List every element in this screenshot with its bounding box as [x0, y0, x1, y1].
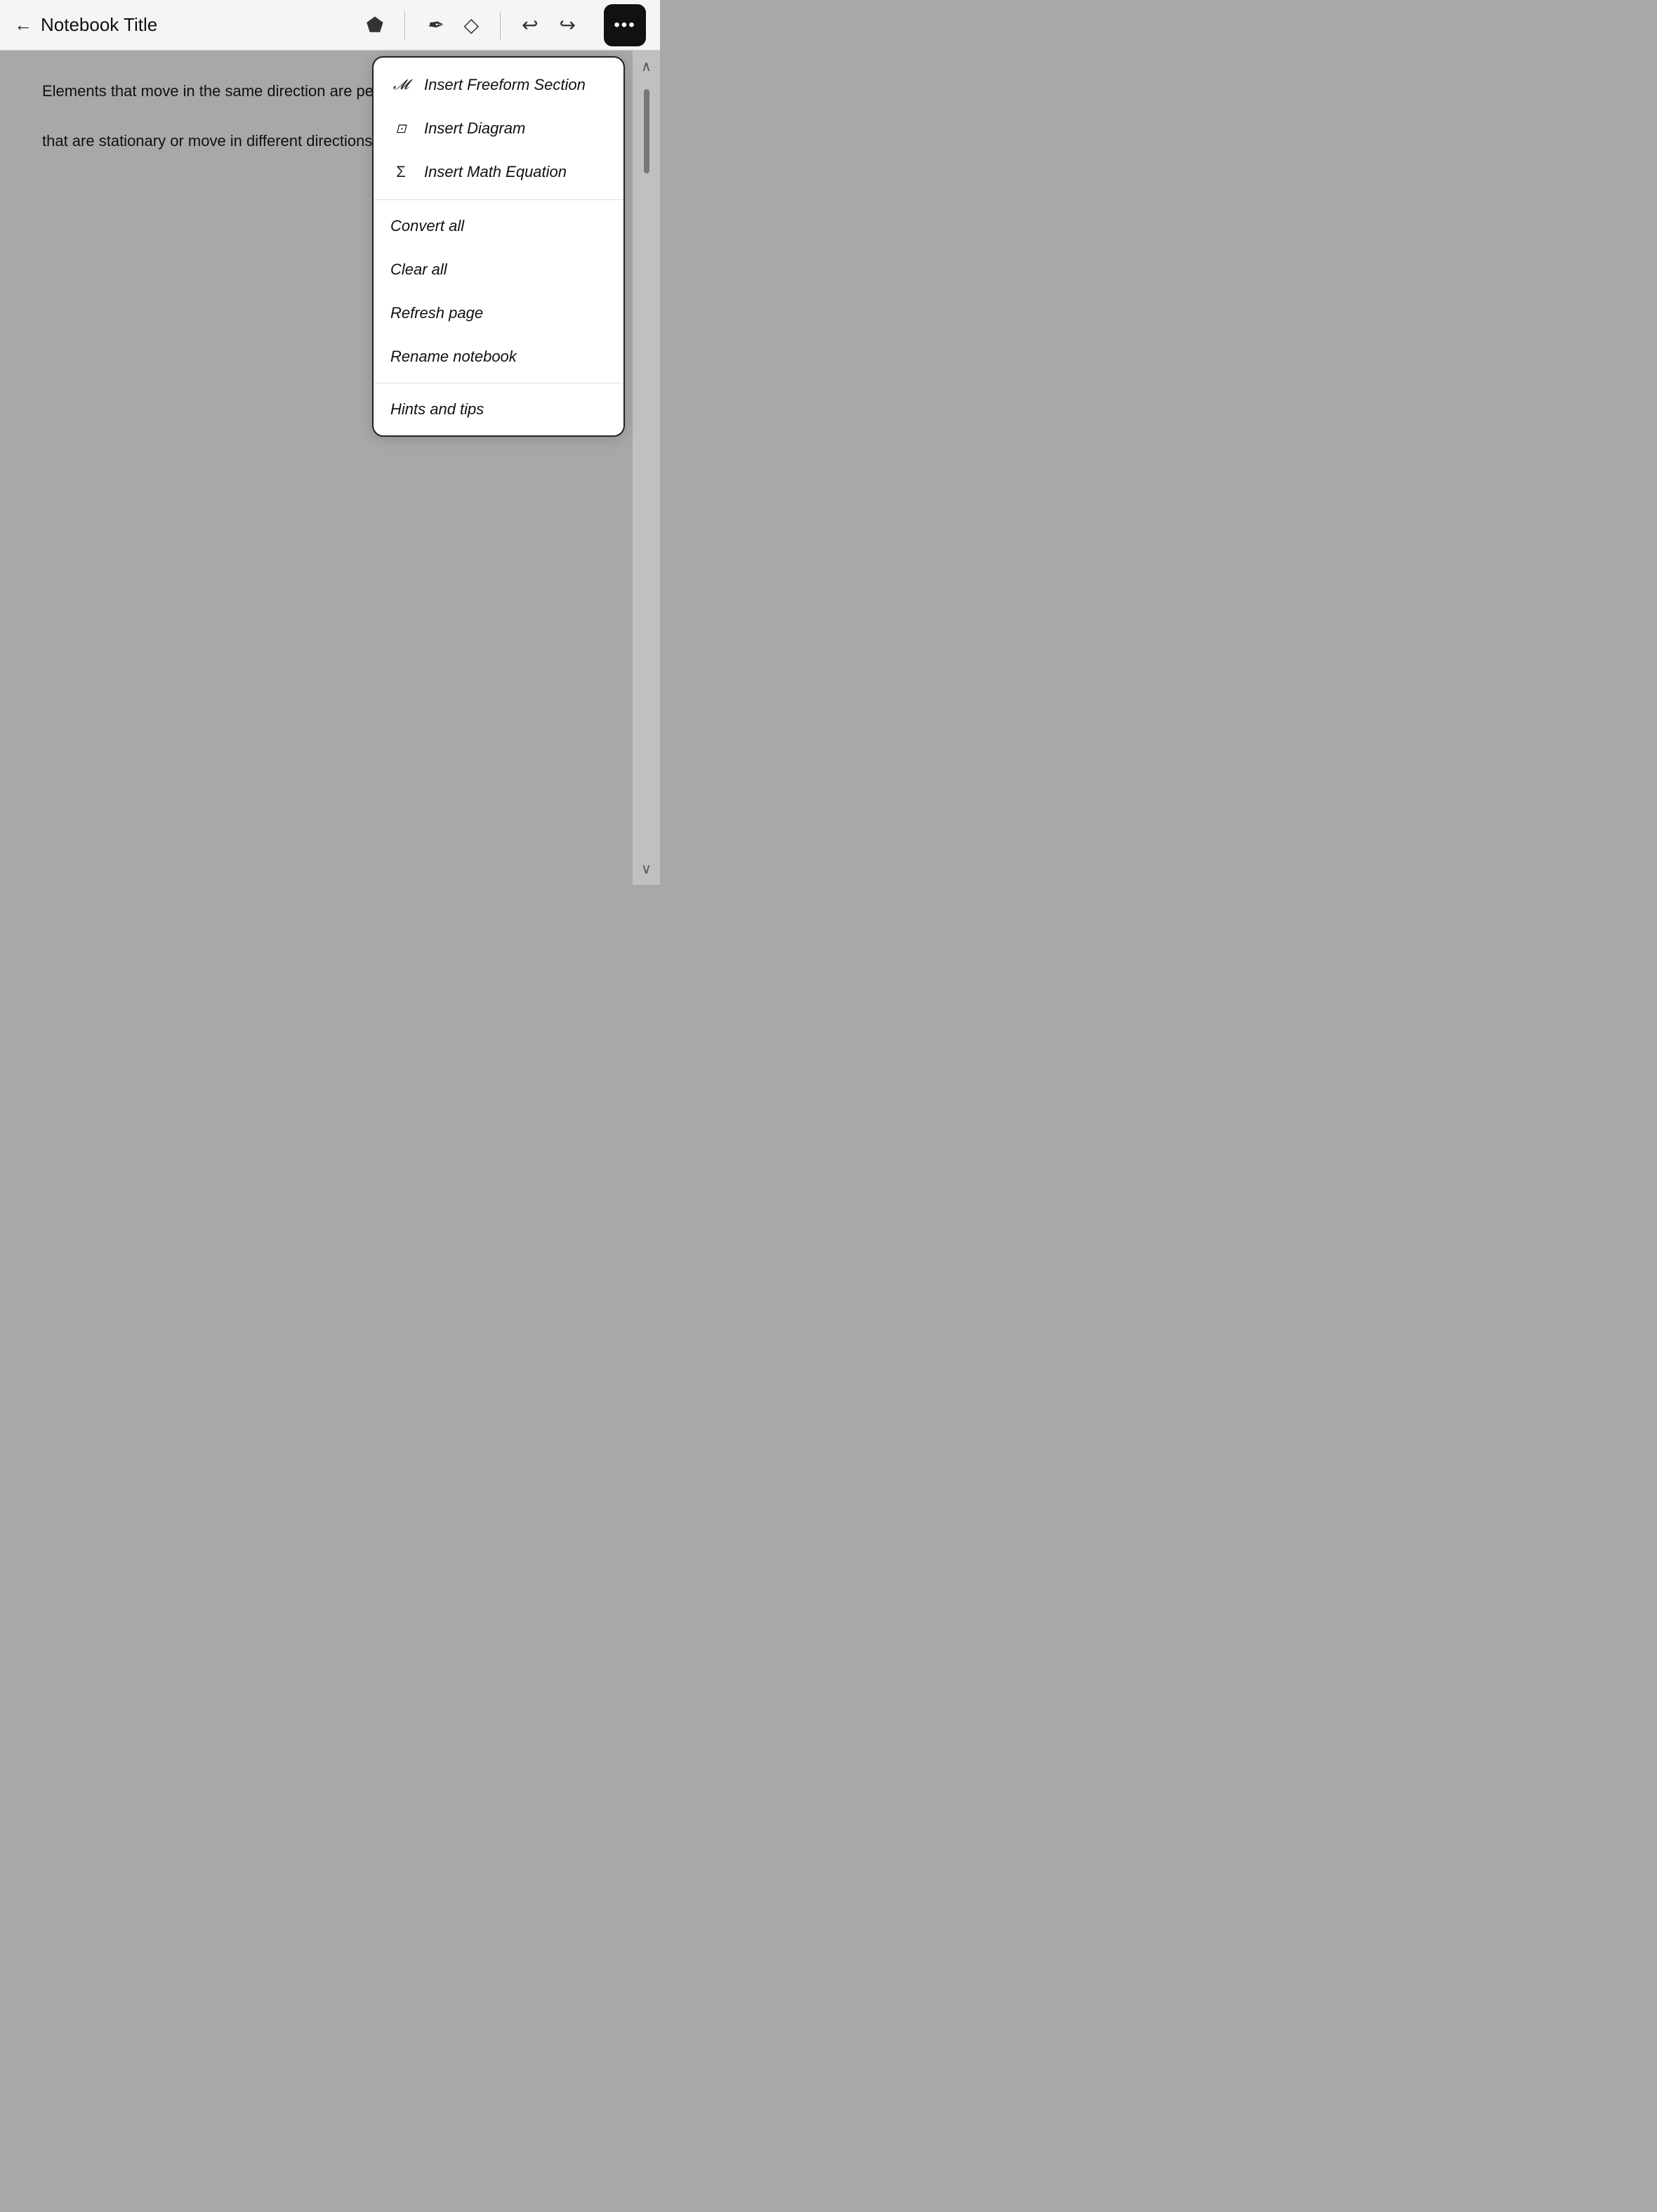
- scroll-thumb[interactable]: [644, 89, 649, 173]
- clear-all-item[interactable]: Clear all: [374, 248, 623, 291]
- pen-icon[interactable]: ✒: [426, 13, 442, 37]
- insert-freeform-label: Insert Freeform Section: [424, 76, 586, 94]
- eraser-icon[interactable]: ◇: [464, 13, 480, 37]
- more-menu-button[interactable]: •••: [604, 4, 646, 46]
- insert-math-item[interactable]: Σ Insert Math Equation: [374, 150, 623, 194]
- hints-tips-item[interactable]: Hints and tips: [374, 388, 623, 431]
- notebook-title: Notebook Title: [41, 14, 157, 36]
- header-left: ← Notebook Title: [14, 14, 367, 36]
- scroll-up-button[interactable]: ∧: [634, 51, 659, 82]
- redo-icon[interactable]: ↪: [560, 13, 576, 37]
- divider-1: [404, 11, 405, 39]
- header-tools: ⬟ ✒ ◇ ↩ ↪ •••: [367, 4, 646, 46]
- menu-section-bottom: Hints and tips: [374, 383, 623, 435]
- insert-freeform-item[interactable]: 𝓜 Insert Freeform Section: [374, 63, 623, 107]
- undo-icon[interactable]: ↩: [522, 13, 538, 37]
- insert-diagram-icon: ⊡: [390, 121, 411, 136]
- lasso-icon[interactable]: ⬟: [367, 13, 383, 37]
- refresh-page-item[interactable]: Refresh page: [374, 291, 623, 335]
- insert-diagram-item[interactable]: ⊡ Insert Diagram: [374, 107, 623, 150]
- insert-math-label: Insert Math Equation: [424, 163, 567, 181]
- scroll-down-button[interactable]: ∨: [634, 853, 659, 885]
- divider-2: [500, 11, 501, 39]
- menu-section-insert: 𝓜 Insert Freeform Section ⊡ Insert Diagr…: [374, 58, 623, 200]
- insert-diagram-label: Insert Diagram: [424, 119, 525, 138]
- back-button[interactable]: ←: [14, 14, 32, 36]
- more-dots: •••: [614, 15, 635, 35]
- scrollbar-track: ∧ ∨: [632, 51, 660, 885]
- menu-section-middle: Convert all Clear all Refresh page Renam…: [374, 200, 623, 383]
- header: ← Notebook Title ⬟ ✒ ◇ ↩ ↪ •••: [0, 0, 660, 51]
- convert-all-item[interactable]: Convert all: [374, 204, 623, 248]
- dropdown-menu: 𝓜 Insert Freeform Section ⊡ Insert Diagr…: [372, 56, 625, 437]
- insert-math-icon: Σ: [390, 163, 411, 181]
- insert-freeform-icon: 𝓜: [390, 77, 411, 93]
- rename-notebook-item[interactable]: Rename notebook: [374, 335, 623, 378]
